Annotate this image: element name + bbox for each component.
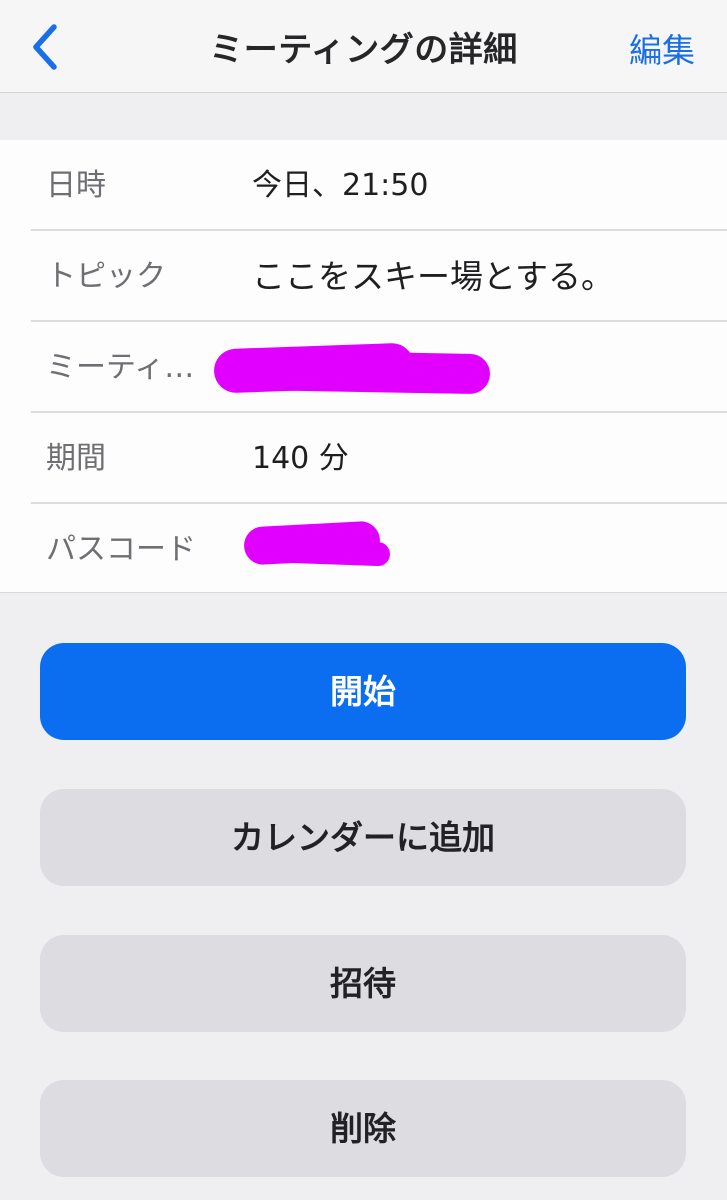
detail-row-datetime: 日時 今日、21:50 (0, 140, 727, 231)
meeting-details-list: 日時 今日、21:50 トピック ここをスキー場とする。 ミーティ… 期間 14… (0, 140, 727, 593)
navigation-bar: ミーティングの詳細 編集 (0, 0, 727, 93)
invite-button[interactable]: 招待 (40, 935, 686, 1032)
detail-row-meeting-id: ミーティ… (0, 322, 727, 413)
add-to-calendar-button[interactable]: カレンダーに追加 (40, 789, 686, 886)
duration-label: 期間 (46, 441, 106, 476)
redaction-mark (235, 349, 491, 395)
passcode-label: パスコード (46, 532, 196, 567)
datetime-value: 今日、21:50 (252, 168, 429, 203)
topic-value: ここをスキー場とする。 (252, 257, 615, 296)
start-button[interactable]: 開始 (40, 643, 686, 740)
detail-row-passcode: パスコード (0, 504, 727, 595)
detail-row-duration: 期間 140 分 (0, 413, 727, 504)
redaction-mark (247, 537, 391, 567)
datetime-label: 日時 (46, 168, 106, 203)
topic-label: トピック (46, 259, 166, 294)
delete-button[interactable]: 削除 (40, 1080, 686, 1177)
page-title: ミーティングの詳細 (209, 30, 518, 70)
edit-button[interactable]: 編集 (629, 24, 695, 72)
meeting-id-label: ミーティ… (46, 350, 195, 385)
detail-row-topic: トピック ここをスキー場とする。 (0, 231, 727, 322)
duration-value: 140 分 (252, 441, 349, 476)
